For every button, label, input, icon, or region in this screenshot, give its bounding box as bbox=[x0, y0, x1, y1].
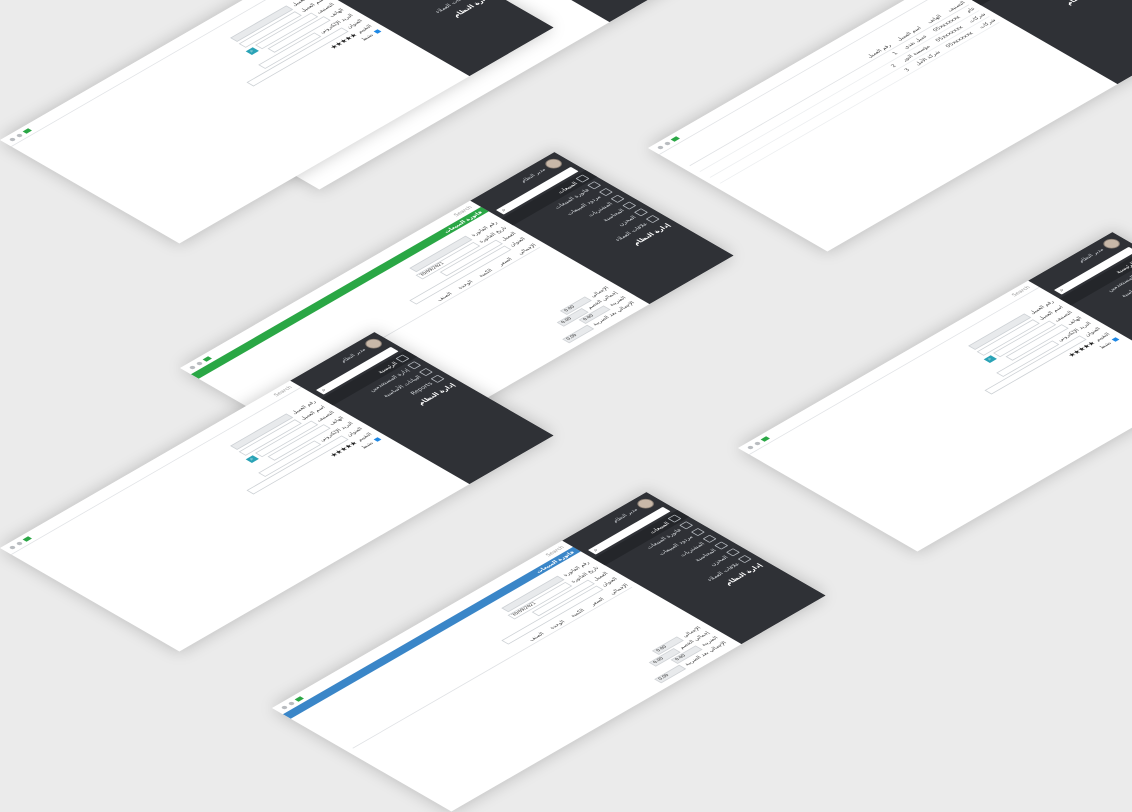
notification-icon[interactable] bbox=[15, 541, 24, 546]
form-row: رقم الفاتورة bbox=[306, 560, 592, 725]
form-row: البريد الإلكتروني bbox=[807, 321, 1093, 486]
active-checkbox[interactable] bbox=[1111, 337, 1120, 342]
app-screen-card: Searchمدير النظام⌕الرئيسيةإدارة المستخدم… bbox=[738, 232, 1132, 552]
active-checkbox[interactable] bbox=[373, 437, 382, 442]
search-icon[interactable]: ⌕ bbox=[591, 547, 601, 553]
search-input[interactable]: Search bbox=[1010, 285, 1032, 297]
column-header: السعر bbox=[496, 256, 514, 267]
language-flag-icon[interactable] bbox=[22, 536, 32, 542]
notification-icon[interactable] bbox=[663, 141, 672, 146]
language-flag-icon[interactable] bbox=[670, 136, 680, 142]
settings-icon[interactable] bbox=[280, 705, 288, 710]
notification-icon[interactable] bbox=[753, 441, 762, 446]
user-name: مدير النظام bbox=[610, 507, 639, 524]
user-name: مدير النظام bbox=[518, 167, 547, 184]
search-icon[interactable]: ⌕ bbox=[1057, 287, 1067, 293]
notification-icon[interactable] bbox=[15, 133, 24, 138]
table-cell: 2 bbox=[889, 63, 899, 69]
settings-icon[interactable] bbox=[188, 365, 196, 370]
totals-panel: 0.00 الإجمالي 0.00 إجمالي الخصم 0.00 الضريبة 0… bbox=[628, 625, 729, 684]
settings-icon[interactable] bbox=[746, 445, 754, 450]
search-icon[interactable]: ⌕ bbox=[499, 207, 509, 213]
language-flag-icon[interactable] bbox=[760, 436, 770, 442]
active-checkbox[interactable] bbox=[373, 29, 382, 34]
settings-icon[interactable] bbox=[8, 545, 16, 550]
column-header: الوحدة bbox=[456, 279, 475, 291]
search-icon[interactable]: ⌕ bbox=[319, 387, 329, 393]
app-screen-card: Searchمدير النظام⌕الرئيسيةإدارة المستخدم… bbox=[648, 0, 1132, 252]
language-flag-icon[interactable] bbox=[294, 696, 304, 702]
user-name: مدير النظام bbox=[1076, 247, 1105, 264]
table-cell: 3 bbox=[902, 67, 912, 73]
form-row: البريد الإلكتروني bbox=[69, 13, 355, 178]
settings-icon[interactable] bbox=[656, 145, 664, 150]
user-name: مدير النظام bbox=[338, 347, 367, 364]
top-bar-icons bbox=[746, 436, 770, 450]
table-row[interactable]: 1 عميل نقدي 05xxxxxxx عام bbox=[692, 6, 980, 172]
items-table-header: الصنف الوحدة الكمية السعر الإجمالي bbox=[345, 582, 633, 749]
top-bar-icons bbox=[656, 136, 680, 150]
table-cell: عام bbox=[964, 6, 978, 14]
language-flag-icon[interactable] bbox=[22, 128, 32, 134]
screenshot-collage: Searchمدير النظام⌕الرئيسيةإدارة المستخدم… bbox=[0, 0, 1132, 812]
notification-icon[interactable] bbox=[195, 361, 204, 366]
column-header: الكمية bbox=[476, 268, 495, 279]
column-header: الوحدة bbox=[548, 619, 567, 631]
top-bar-icons bbox=[8, 128, 32, 142]
notification-icon[interactable] bbox=[287, 701, 296, 706]
column-header: الكمية bbox=[568, 608, 587, 619]
column-header: الصنف bbox=[527, 631, 546, 643]
language-flag-icon[interactable] bbox=[202, 356, 212, 362]
column-header: السعر bbox=[588, 596, 606, 607]
table-row[interactable]: 3 شركة الأمل 05xxxxxxx شركات bbox=[712, 17, 1000, 184]
list-table-header: رقم العميل اسم العميل الهاتف التصنيف bbox=[682, 0, 970, 167]
top-bar-icons bbox=[8, 536, 32, 550]
form-row: البريد الإلكتروني bbox=[69, 421, 355, 586]
table-cell: 1 bbox=[891, 51, 900, 56]
column-header: الصنف bbox=[435, 291, 454, 303]
totals-panel: 0.00 الإجمالي 0.00 إجمالي الخصم 0.00 الضريبة 0… bbox=[536, 285, 637, 344]
form-row: 30/09/2021 تاريخ الفاتورة bbox=[315, 565, 601, 730]
settings-icon[interactable] bbox=[8, 137, 16, 142]
